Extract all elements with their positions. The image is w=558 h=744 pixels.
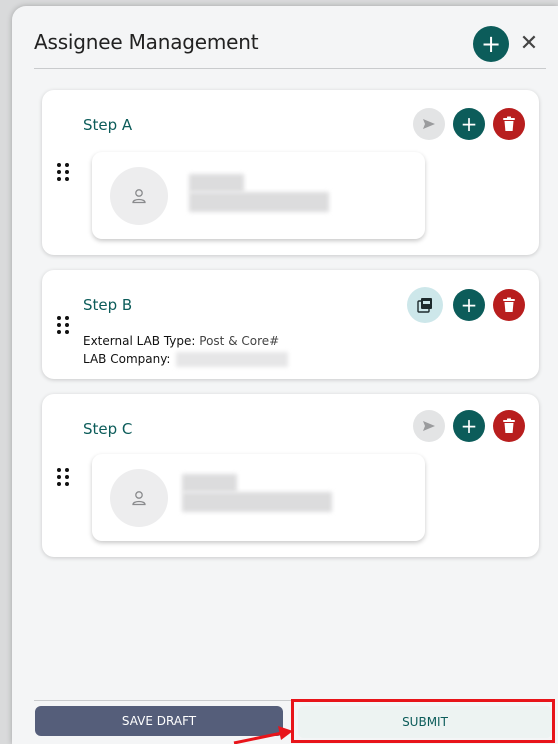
trash-icon — [503, 116, 515, 131]
header-divider — [34, 68, 546, 69]
avatar — [110, 167, 168, 225]
redacted-company — [176, 352, 288, 367]
footer-divider — [34, 700, 546, 701]
send-icon — [423, 421, 435, 431]
arrow-icon — [233, 726, 293, 744]
lab-type-value: Post & Core# — [199, 334, 280, 348]
delete-step-button[interactable] — [493, 410, 525, 442]
step-card-c: Step C + — [42, 394, 539, 557]
delete-step-button[interactable] — [493, 108, 525, 140]
send-button[interactable] — [413, 410, 445, 442]
pdf-button[interactable] — [407, 287, 443, 323]
step-title: Step A — [83, 116, 133, 134]
add-assignee-button[interactable]: + — [453, 289, 485, 321]
drag-handle-icon[interactable] — [57, 316, 69, 334]
send-button[interactable] — [413, 108, 445, 140]
submit-button[interactable]: SUBMIT — [298, 706, 552, 738]
trash-icon — [503, 418, 515, 433]
redacted-detail — [189, 192, 329, 212]
add-assignee-button[interactable]: + — [453, 410, 485, 442]
dialog-title: Assignee Management — [34, 30, 259, 54]
plus-icon: + — [460, 293, 478, 317]
assignee-management-dialog: Assignee Management + ✕ Step A + Step B … — [12, 6, 558, 744]
drag-handle-icon[interactable] — [57, 163, 69, 181]
step-card-a: Step A + — [42, 90, 539, 255]
dialog-header: Assignee Management + ✕ — [12, 6, 558, 72]
plus-icon: + — [460, 112, 478, 136]
avatar — [110, 469, 168, 527]
assignee-card[interactable] — [92, 454, 425, 541]
redacted-name — [182, 474, 237, 492]
assignee-card[interactable] — [92, 152, 425, 239]
step-card-b: Step B + External LAB Type: Post & Core#… — [42, 270, 539, 379]
lab-type-line: External LAB Type: Post & Core# — [83, 334, 279, 348]
person-icon — [132, 189, 146, 204]
trash-icon — [503, 297, 515, 312]
pdf-icon — [417, 298, 432, 313]
lab-company-line: LAB Company: — [83, 352, 170, 366]
lab-type-label: External LAB Type: — [83, 334, 196, 348]
plus-icon: + — [460, 414, 478, 438]
add-assignee-button[interactable]: + — [453, 108, 485, 140]
step-title: Step C — [83, 420, 133, 438]
person-icon — [132, 491, 146, 506]
delete-step-button[interactable] — [493, 289, 525, 321]
add-step-button[interactable]: + — [473, 26, 509, 62]
lab-company-label: LAB Company: — [83, 352, 171, 366]
close-icon: ✕ — [519, 31, 539, 56]
send-icon — [423, 119, 435, 129]
redacted-detail — [182, 492, 332, 512]
close-button[interactable]: ✕ — [517, 32, 541, 56]
plus-icon: + — [480, 30, 502, 58]
step-title: Step B — [83, 296, 133, 314]
drag-handle-icon[interactable] — [57, 468, 69, 486]
redacted-name — [189, 174, 244, 192]
